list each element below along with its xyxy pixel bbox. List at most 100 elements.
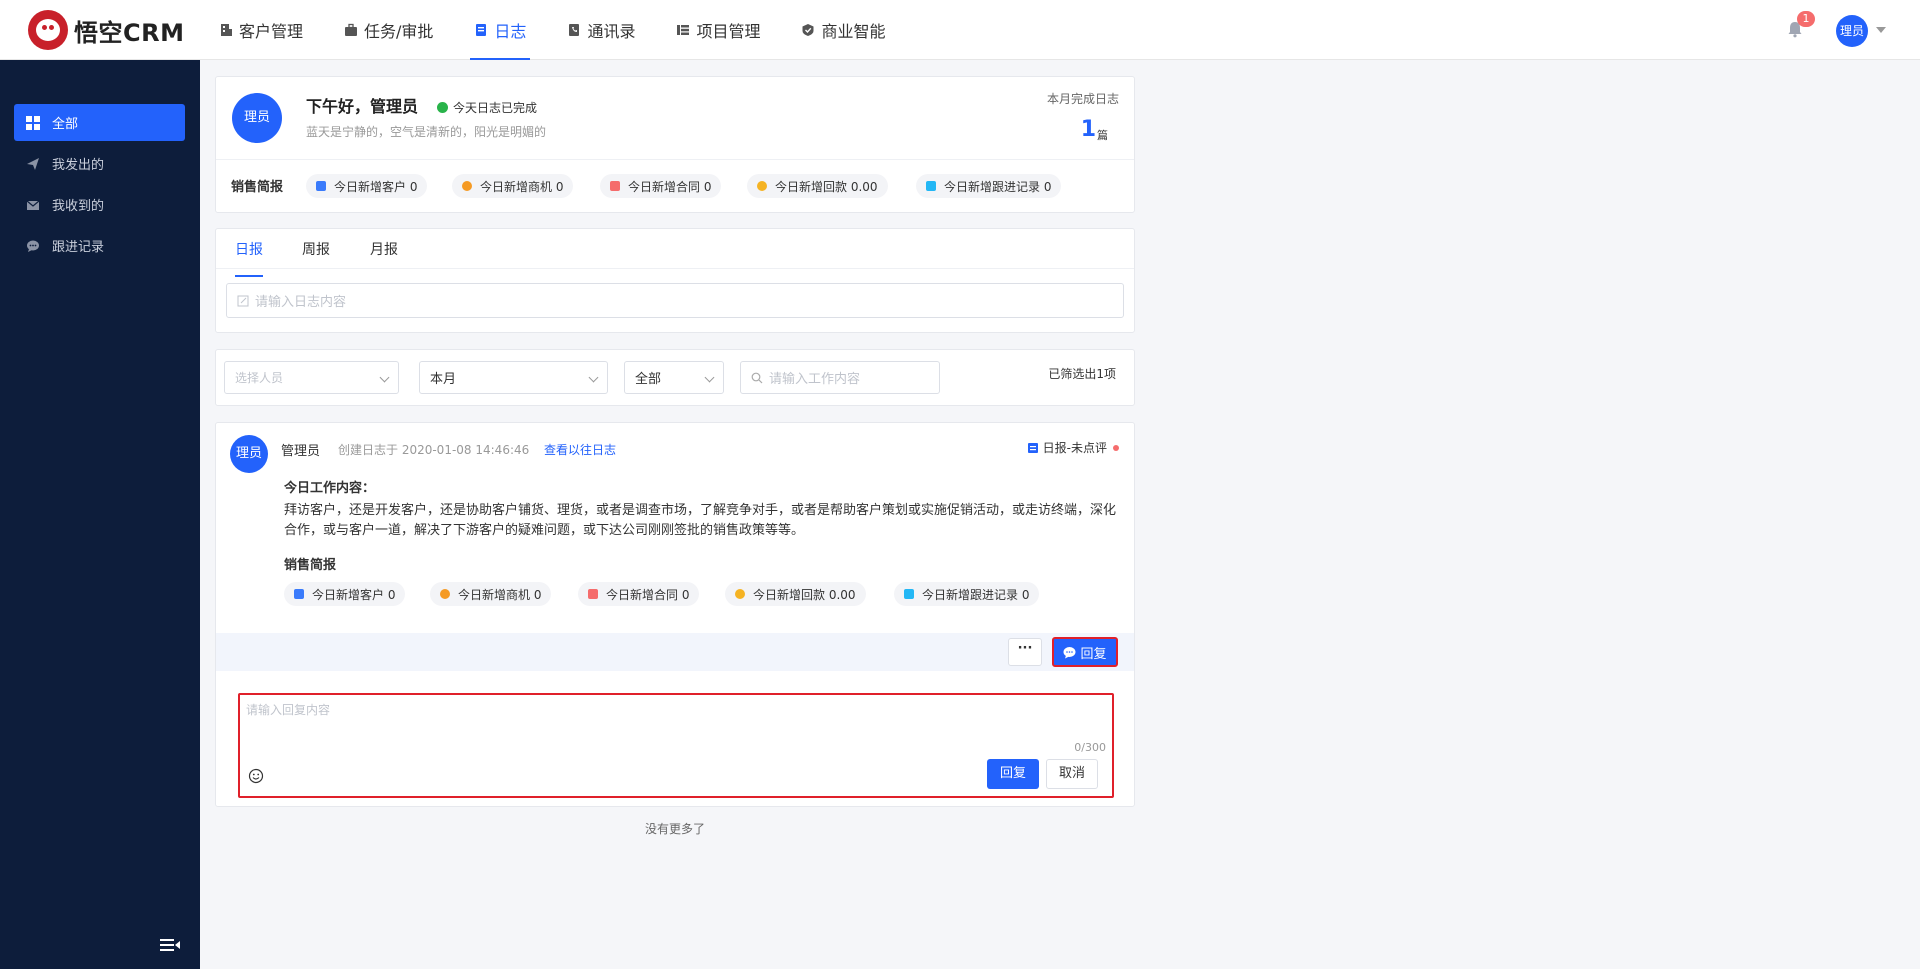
tab-monthly[interactable]: 月报 — [370, 239, 398, 277]
contract-icon — [610, 181, 620, 191]
stat-chip[interactable]: 今日新增合同 0 — [578, 582, 700, 606]
nav-item-label: 商业智能 — [821, 22, 886, 41]
sidebar: 全部 我发出的 我收到的 跟进记录 — [0, 60, 200, 969]
reply-button-label: 回复 — [1080, 646, 1107, 662]
chat-bubble-icon — [1063, 646, 1076, 658]
sidebar-item-followup[interactable]: 跟进记录 — [14, 227, 185, 264]
nav-item-customers[interactable]: 客户管理 — [215, 0, 307, 60]
divider — [216, 268, 1134, 269]
status-text: 今天日志已完成 — [453, 101, 538, 115]
main-nav: 客户管理 任务/审批 日志 通讯录 项目管理 商业智能 — [215, 0, 922, 60]
stat-chip[interactable]: 今日新增商机 0 — [452, 174, 574, 198]
divider — [216, 159, 1134, 160]
stat-label: 今日新增客户 0 — [312, 587, 396, 602]
period-select-value: 本月 — [430, 372, 457, 387]
reply-button[interactable]: 回复 — [1052, 637, 1118, 667]
stat-chip[interactable]: 今日新增跟进记录 0 — [916, 174, 1062, 198]
stat-label: 今日新增商机 0 — [480, 179, 564, 194]
caret-down-icon[interactable] — [1876, 27, 1886, 33]
payment-icon — [757, 181, 767, 191]
log-content: 拜访客户，还是开发客户，还是协助客户铺货、理货，或者是调查市场，了解竞争对手，或… — [284, 503, 1117, 538]
report-icon — [1027, 442, 1038, 453]
grid-icon — [26, 115, 40, 130]
app-logo-text: 悟空CRM — [74, 18, 185, 47]
submit-reply-button[interactable]: 回复 — [987, 759, 1039, 789]
stat-chip[interactable]: 今日新增客户 0 — [306, 174, 428, 198]
log-entry-card: 理员 管理员 创建日志于 2020-01-08 14:46:46 查看以往日志 … — [215, 422, 1135, 807]
filter-result: 已筛选出1项 — [1048, 367, 1116, 381]
nav-item-label: 客户管理 — [239, 22, 304, 41]
reply-input[interactable]: 请输入回复内容 — [246, 701, 330, 718]
scope-select[interactable]: 全部 — [624, 361, 724, 394]
period-select[interactable]: 本月 — [419, 361, 608, 394]
followup-icon — [926, 181, 936, 191]
cancel-reply-button[interactable]: 取消 — [1046, 759, 1098, 789]
stat-chip[interactable]: 今日新增回款 0.00 — [747, 174, 888, 198]
stat-chip[interactable]: 今日新增合同 0 — [600, 174, 722, 198]
history-logs-link[interactable]: 查看以往日志 — [544, 441, 616, 458]
stat-label: 今日新增合同 0 — [606, 587, 690, 602]
shield-icon — [802, 24, 814, 36]
stat-label: 今日新增客户 0 — [334, 179, 418, 194]
log-type-badge[interactable]: 日报-未点评 — [1027, 439, 1119, 456]
month-label: 本月完成日志 — [1046, 92, 1119, 106]
chevron-down-icon — [379, 372, 390, 383]
log-content-input[interactable]: 请输入日志内容 — [226, 283, 1124, 318]
customer-icon — [294, 589, 304, 599]
sidebar-item-sent[interactable]: 我发出的 — [14, 145, 185, 182]
app-logo[interactable]: 悟空CRM — [28, 10, 184, 50]
person-select[interactable]: 选择人员 — [224, 361, 399, 394]
contract-icon — [588, 589, 598, 599]
stat-chip[interactable]: 今日新增跟进记录 0 — [894, 582, 1040, 606]
nav-item-logs[interactable]: 日志 — [470, 0, 531, 60]
nav-item-label: 项目管理 — [696, 22, 761, 41]
stat-chip[interactable]: 今日新增回款 0.00 — [725, 582, 866, 606]
chevron-down-icon — [704, 372, 715, 383]
sidebar-item-all[interactable]: 全部 — [14, 104, 185, 141]
log-action-bar: ··· 回复 — [216, 633, 1134, 671]
opportunity-icon — [440, 589, 450, 599]
sidebar-item-label: 我发出的 — [52, 158, 105, 173]
opportunity-icon — [462, 181, 472, 191]
stat-chip[interactable]: 今日新增客户 0 — [284, 582, 406, 606]
work-content-search[interactable]: 请输入工作内容 — [740, 361, 940, 394]
composer-card: 日报 周报 月报 请输入日志内容 — [215, 228, 1135, 333]
sidebar-item-label: 跟进记录 — [52, 240, 105, 255]
sidebar-item-label: 全部 — [52, 117, 79, 132]
list-icon — [677, 25, 690, 35]
chat-icon — [27, 240, 39, 252]
top-navbar: 悟空CRM 客户管理 任务/审批 日志 通讯录 项目管理 商业智能 1 理员 — [0, 0, 1920, 60]
nav-item-tasks[interactable]: 任务/审批 — [340, 0, 437, 60]
no-more-text: 没有更多了 — [645, 822, 706, 836]
chevron-down-icon — [588, 372, 599, 383]
collapse-menu-icon[interactable] — [158, 937, 182, 953]
search-placeholder: 请输入工作内容 — [769, 372, 861, 387]
customer-icon — [316, 181, 326, 191]
greeting-subtitle: 蓝天是宁静的，空气是清新的，阳光是明媚的 — [306, 125, 547, 139]
phone-book-icon — [569, 24, 580, 36]
more-button[interactable]: ··· — [1008, 638, 1042, 666]
emoji-icon[interactable] — [248, 768, 264, 784]
log-created-time: 创建日志于 2020-01-08 14:46:46 — [338, 443, 530, 457]
tab-daily[interactable]: 日报 — [235, 239, 263, 277]
nav-item-projects[interactable]: 项目管理 — [672, 0, 764, 60]
check-circle-icon — [437, 102, 448, 113]
send-icon — [27, 157, 39, 170]
sidebar-item-received[interactable]: 我收到的 — [14, 186, 185, 223]
stat-chip[interactable]: 今日新增商机 0 — [430, 582, 552, 606]
month-count: 1 — [1080, 117, 1096, 142]
stat-label: 今日新增合同 0 — [628, 179, 712, 194]
nav-item-label: 日志 — [494, 22, 527, 41]
reply-char-counter: 0/300 — [1074, 741, 1106, 754]
monkey-logo-icon — [28, 10, 68, 50]
stat-label: 今日新增回款 0.00 — [753, 587, 856, 602]
reply-box: 请输入回复内容 0/300 回复 取消 — [238, 693, 1114, 798]
tab-weekly[interactable]: 周报 — [302, 239, 330, 277]
unread-dot — [1113, 444, 1119, 451]
search-icon — [751, 372, 763, 383]
log-type-label: 日报-未点评 — [1042, 441, 1107, 455]
nav-item-bi[interactable]: 商业智能 — [797, 0, 889, 60]
nav-item-contacts[interactable]: 通讯录 — [563, 0, 639, 60]
user-avatar[interactable]: 理员 — [1836, 15, 1868, 47]
stat-label: 今日新增跟进记录 0 — [944, 179, 1052, 194]
